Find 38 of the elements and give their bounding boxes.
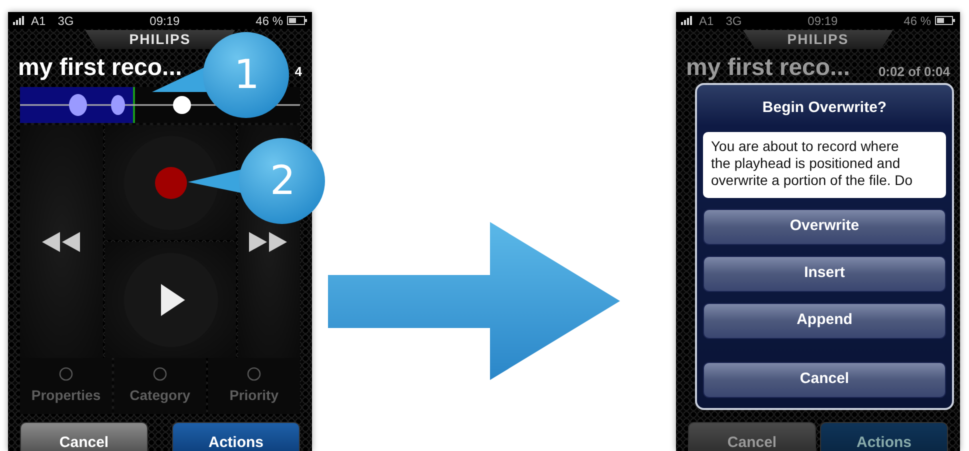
radio-icon[interactable]: [247, 366, 261, 380]
message-text: You are about to record where: [711, 138, 900, 154]
option-button[interactable]: Append: [703, 302, 946, 338]
battery-icon: [935, 16, 955, 25]
carrier-name: A1: [31, 12, 46, 30]
message-text: the playhead is positioned and: [711, 154, 902, 172]
message-text: overwrite a portion of the file. Do: [711, 172, 914, 188]
playback-position: 4: [294, 63, 302, 81]
brand-logo: PHILIPS: [743, 30, 893, 49]
status-time: 09:19: [808, 12, 838, 30]
option-button[interactable]: Overwrite: [703, 208, 946, 244]
rewind-icon[interactable]: [42, 232, 82, 252]
signal-icon: [681, 16, 695, 25]
cancel-button[interactable]: Cancel: [703, 362, 946, 398]
cancel-button[interactable]: Cancel: [20, 422, 148, 451]
radio-icon[interactable]: [59, 366, 73, 380]
tab-label: Priority: [229, 386, 278, 405]
fast-forward-icon[interactable]: [249, 232, 289, 252]
playback-position: 0:02 of 0:04: [878, 63, 950, 81]
signal-icon: [13, 16, 27, 25]
option-button[interactable]: Insert: [703, 256, 946, 292]
battery-percent: 46 %: [256, 12, 283, 30]
radio-icon[interactable]: [153, 366, 167, 380]
carrier-name: A1: [699, 12, 714, 30]
cancel-button[interactable]: Cancel: [688, 422, 816, 451]
dialog-title: Begin Overwrite?: [761, 98, 888, 118]
recording-title: my first reco...: [686, 53, 850, 83]
actions-button[interactable]: Actions: [172, 422, 300, 451]
tab-label: Properties: [31, 386, 101, 405]
network-type: 3G: [58, 12, 74, 30]
network-type: 3G: [726, 12, 742, 30]
tab-label: Category: [130, 386, 190, 405]
recording-title: my first reco...: [18, 53, 182, 83]
battery-icon: [287, 16, 307, 25]
actions-button[interactable]: Actions: [820, 422, 948, 451]
battery-percent: 46 %: [904, 12, 931, 30]
callout-tooltip: 2: [186, 136, 326, 226]
status-time: 09:19: [150, 12, 180, 30]
